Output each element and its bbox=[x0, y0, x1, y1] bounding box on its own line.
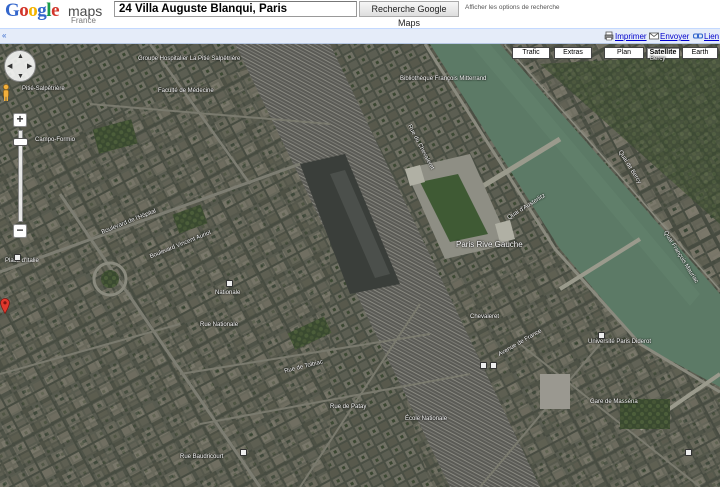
label-rue-nationale[interactable]: Rue Nationale bbox=[200, 322, 238, 329]
pan-control-icon[interactable]: ▲ ▼ ◀ ▶ bbox=[4, 50, 36, 82]
link-link[interactable]: Lien bbox=[704, 31, 719, 42]
label-nationale[interactable]: Nationale bbox=[215, 290, 240, 297]
send-link[interactable]: Envoyer bbox=[660, 31, 689, 42]
map-type-earth[interactable]: Earth bbox=[682, 47, 718, 59]
label-paris-rive-gauche[interactable]: Paris Rive Gauche bbox=[456, 240, 523, 249]
location-pin-icon[interactable] bbox=[0, 298, 10, 314]
poi-marker[interactable] bbox=[226, 280, 233, 287]
label-chevaleret[interactable]: Chevaleret bbox=[470, 314, 499, 321]
zoom-out-icon[interactable]: − bbox=[13, 224, 27, 238]
search-button[interactable]: Recherche Google Maps bbox=[359, 1, 459, 28]
google-maps-logo[interactable]: Google maps France bbox=[5, 0, 109, 28]
label-bercy[interactable]: Bercy bbox=[650, 56, 665, 63]
printer-icon[interactable] bbox=[604, 31, 614, 41]
poi-marker[interactable] bbox=[240, 449, 247, 456]
satellite-map[interactable]: ▲ ▼ ◀ ▶ + − Trafic Extras Plan Satellite… bbox=[0, 44, 720, 487]
label-campo[interactable]: Campo-Formio bbox=[35, 137, 75, 144]
label-bibliotheque[interactable]: Bibliothèque François Mitterrand bbox=[400, 76, 486, 83]
poi-marker[interactable] bbox=[480, 362, 487, 369]
pegman-icon[interactable] bbox=[0, 84, 12, 102]
label-ecole[interactable]: École Nationale bbox=[405, 416, 447, 423]
label-rue-patay[interactable]: Rue de Patay bbox=[330, 404, 366, 411]
logo-country: France bbox=[71, 16, 96, 25]
label-universite[interactable]: Université Paris Diderot bbox=[588, 339, 651, 346]
poi-marker[interactable] bbox=[490, 362, 497, 369]
top-bar: Google maps France Recherche Google Maps… bbox=[0, 0, 720, 28]
search-input[interactable] bbox=[114, 1, 357, 17]
print-link[interactable]: Imprimer bbox=[615, 31, 647, 42]
label-rue-baudricourt[interactable]: Rue Baudricourt bbox=[180, 454, 223, 461]
link-bar: « Imprimer Envoyer Lien bbox=[0, 28, 720, 44]
label-pitie[interactable]: Pitié-Salpêtrière bbox=[22, 86, 65, 93]
search-options-link[interactable]: Afficher les options de recherche bbox=[465, 4, 560, 11]
label-gare-masse[interactable]: Gare de Masséna bbox=[590, 399, 638, 406]
satellite-imagery bbox=[0, 44, 720, 487]
collapse-panel-icon[interactable]: « bbox=[2, 31, 6, 41]
poi-marker[interactable] bbox=[14, 254, 21, 261]
map-type-trafic[interactable]: Trafic bbox=[512, 47, 550, 59]
zoom-in-icon[interactable]: + bbox=[13, 113, 27, 127]
label-place-italie[interactable]: Place d'Italie bbox=[5, 258, 39, 265]
envelope-icon[interactable] bbox=[649, 31, 659, 41]
map-type-extras[interactable]: Extras bbox=[554, 47, 592, 59]
logo-google: Google bbox=[5, 0, 59, 21]
poi-marker[interactable] bbox=[598, 332, 605, 339]
label-hopital[interactable]: Groupe Hospitalier La Pitié Salpêtrière bbox=[138, 56, 240, 63]
link-icon[interactable] bbox=[693, 31, 703, 41]
zoom-slider-thumb[interactable] bbox=[13, 138, 28, 146]
poi-marker[interactable] bbox=[685, 449, 692, 456]
label-faculte[interactable]: Faculté de Médecine bbox=[158, 88, 214, 95]
map-type-plan[interactable]: Plan bbox=[604, 47, 644, 59]
